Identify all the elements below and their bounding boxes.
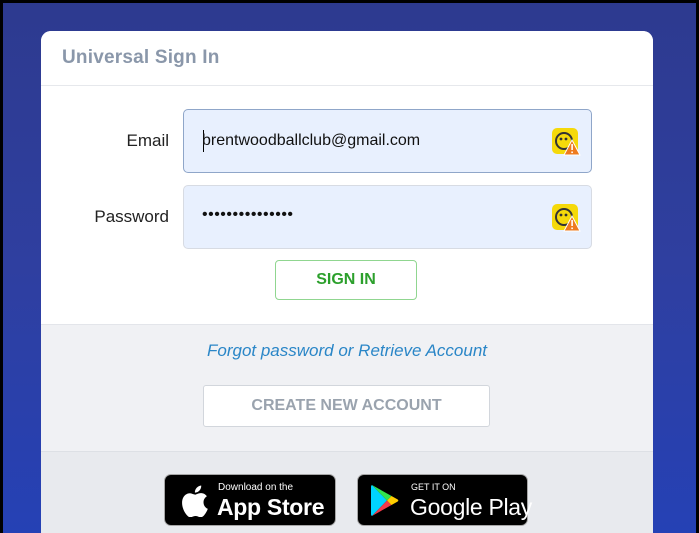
- sign-in-card: Universal Sign In Email brentwoodballclu…: [41, 31, 653, 533]
- app-store-badges: Download on the App Store GET IT ON Goog…: [41, 451, 653, 533]
- password-field[interactable]: •••••••••••••••: [183, 185, 592, 249]
- google-play-title: Google Play: [410, 494, 532, 520]
- google-play-logo-icon: [371, 485, 399, 516]
- create-account-button[interactable]: CREATE NEW ACCOUNT: [203, 385, 490, 427]
- app-store-caption: Download on the: [218, 482, 294, 493]
- account-options: Forgot password or Retrieve Account CREA…: [41, 324, 653, 453]
- apple-logo-icon: [182, 485, 208, 517]
- email-label: Email: [126, 131, 169, 150]
- sign-in-form: Email brentwoodballclub@gmail.com Passwo…: [41, 86, 653, 324]
- password-label: Password: [94, 207, 169, 226]
- google-play-caption: GET IT ON: [411, 482, 456, 492]
- google-play-badge[interactable]: GET IT ON Google Play: [357, 474, 532, 526]
- card-header: Universal Sign In: [41, 31, 653, 86]
- card-title: Universal Sign In: [62, 47, 220, 68]
- email-field[interactable]: brentwoodballclub@gmail.com: [183, 109, 592, 173]
- app-store-badge[interactable]: Download on the App Store: [164, 474, 336, 526]
- app-store-title: App Store: [217, 494, 325, 520]
- password-manager-warning-icon[interactable]: [551, 127, 581, 157]
- sign-in-button[interactable]: SIGN IN: [275, 260, 417, 300]
- email-value: brentwoodballclub@gmail.com: [202, 132, 421, 149]
- forgot-password-link[interactable]: Forgot password or Retrieve Account: [41, 341, 653, 361]
- password-manager-warning-icon[interactable]: [551, 203, 581, 233]
- password-value: •••••••••••••••: [202, 206, 294, 223]
